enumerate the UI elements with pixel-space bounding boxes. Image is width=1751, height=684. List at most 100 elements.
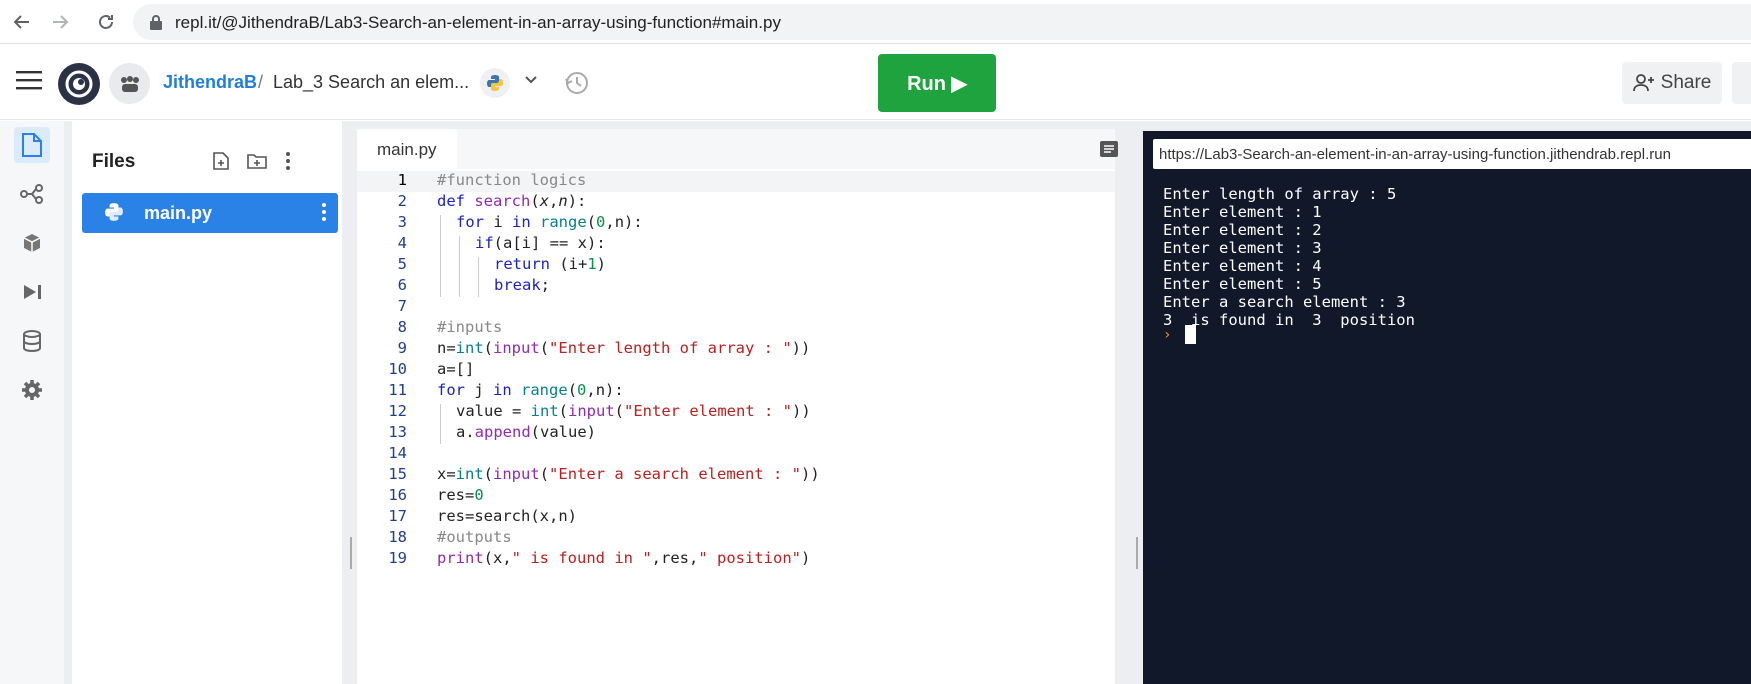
code-text: x=int(input("Enter a search element : ")… [437,465,820,483]
reload-icon [99,14,113,29]
python-file-icon [105,203,123,221]
step-forward-icon [24,285,41,299]
version-control-button[interactable] [14,176,50,212]
share-label: Share [1660,72,1712,93]
panel-resize-handle[interactable] [350,537,352,569]
database-icon [23,330,41,353]
code-text: print(x," is found in ",res," position") [437,549,811,567]
reload-button[interactable] [92,8,120,36]
code-text: for j in range(0,n): [437,381,624,399]
forward-arrow-icon [53,15,69,29]
code-line: 19 print(x," is found in ",res," position… [388,549,811,567]
file-options-icon[interactable] [320,201,328,223]
tab-main-py[interactable]: main.py [357,129,457,169]
terminal-cursor[interactable] [1185,325,1196,344]
breadcrumb-separator: / [258,72,264,92]
back-button[interactable] [8,8,36,36]
database-button[interactable] [14,323,50,359]
indent-guide [440,404,441,444]
code-text: a.append(value) [456,423,596,441]
tab-label: main.py [377,140,437,159]
package-cube-icon [23,234,41,252]
new-file-icon[interactable] [212,151,230,171]
lock-icon [150,15,162,30]
console-panel[interactable]: https://Lab3-Search-an-element-in-an-arr… [1143,131,1751,684]
code-line: 1 #function logics [357,171,1115,192]
run-button[interactable]: Run ▶ [878,54,996,112]
code-line: 17 res=search(x,n) [388,507,577,525]
run-label: Run ▶ [907,72,967,95]
settings-button[interactable] [14,372,50,408]
team-avatar-icon [120,75,139,92]
new-folder-icon[interactable] [246,151,268,171]
workspace: Files main.py main.py 1 #function logics … [0,121,1751,684]
prompt-icon: › [1163,327,1172,343]
files-title: Files [92,151,136,172]
code-text: return (i+1) [494,255,607,273]
webview-url-bar[interactable]: https://Lab3-Search-an-element-in-an-arr… [1153,139,1751,169]
replit-logo-icon [65,70,93,98]
code-line: 6 break; [397,276,551,294]
back-arrow-icon [13,15,29,29]
code-text: res=0 [437,486,484,504]
console-output: Enter length of array : 5 Enter element :… [1163,185,1415,329]
code-line: 12 value = int(input("Enter element : ")) [388,402,811,420]
code-line: 18 #outputs [388,528,512,546]
python-icon [487,75,503,91]
code-text: if(a[i] == x): [475,234,606,252]
more-vertical-icon[interactable] [284,151,292,171]
share-button[interactable]: Share [1622,62,1722,104]
packages-button[interactable] [14,225,50,261]
files-panel: Files main.py [72,121,342,684]
code-line: 8 #inputs [397,318,503,336]
code-editor[interactable]: main.py 1 #function logics 2 def search(x,… [357,129,1118,684]
code-text: def search(x,n): [437,192,587,210]
editor-tab-strip: main.py [357,129,1118,169]
code-line: 11 for j in range(0,n): [388,381,624,399]
gear-icon [22,380,42,400]
hamburger-menu-icon[interactable] [16,70,42,90]
code-line: 4 if(a[i] == x): [397,234,606,252]
code-line: 3 for i in range(0,n): [397,213,643,231]
webview-url: https://Lab3-Search-an-element-in-an-arr… [1159,146,1671,163]
code-text: value = int(input("Enter element : ")) [456,402,811,420]
file-item-main-py[interactable]: main.py [82,193,338,233]
app-header: JithendraB / Lab_3 Search an elem... Run… [0,45,1751,120]
address-bar[interactable]: repl.it/@JithendraB/Lab3-Search-an-eleme… [133,4,1751,40]
forward-button[interactable] [46,8,74,36]
chevron-down-icon[interactable] [524,73,538,87]
code-line: 7 [397,297,407,315]
panel-resize-handle[interactable] [1136,537,1138,569]
file-icon [22,133,42,157]
project-name[interactable]: Lab_3 Search an elem... [273,72,469,93]
left-icon-bar [0,121,64,684]
add-user-icon [1632,74,1654,92]
code-text: n=int(input("Enter length of array : ")) [437,339,811,357]
code-line: 2 def search(x,n): [397,192,587,210]
code-line: 13 a.append(value) [388,423,596,441]
code-line: 10 a=[] [388,360,475,378]
editor-settings-icon[interactable] [1099,139,1119,159]
indent-guide [440,215,441,297]
more-header-button[interactable] [1732,62,1751,104]
code-text: break; [494,276,551,294]
code-line: 9 n=int(input("Enter length of array : ")… [397,339,811,357]
url-text: repl.it/@JithendraB/Lab3-Search-an-eleme… [175,13,781,32]
code-line: 5 return (i+1) [397,255,607,273]
history-icon[interactable] [564,70,590,96]
replit-logo[interactable] [58,63,100,105]
debugger-button[interactable] [14,274,50,310]
file-name: main.py [144,203,213,223]
username-link[interactable]: JithendraB [163,72,257,93]
code-line: 15 x=int(input("Enter a search element : … [388,465,820,483]
browser-toolbar: repl.it/@JithendraB/Lab3-Search-an-eleme… [0,0,1751,44]
language-badge[interactable] [480,68,510,98]
indent-guide [459,236,460,297]
git-branch-icon [20,184,43,204]
indent-guide [478,257,479,297]
files-tool-button[interactable] [14,127,50,163]
code-line: 14 [388,444,407,462]
avatar[interactable] [109,63,150,104]
code-line: 16 res=0 [388,486,484,504]
code-text: for i in range(0,n): [456,213,643,231]
